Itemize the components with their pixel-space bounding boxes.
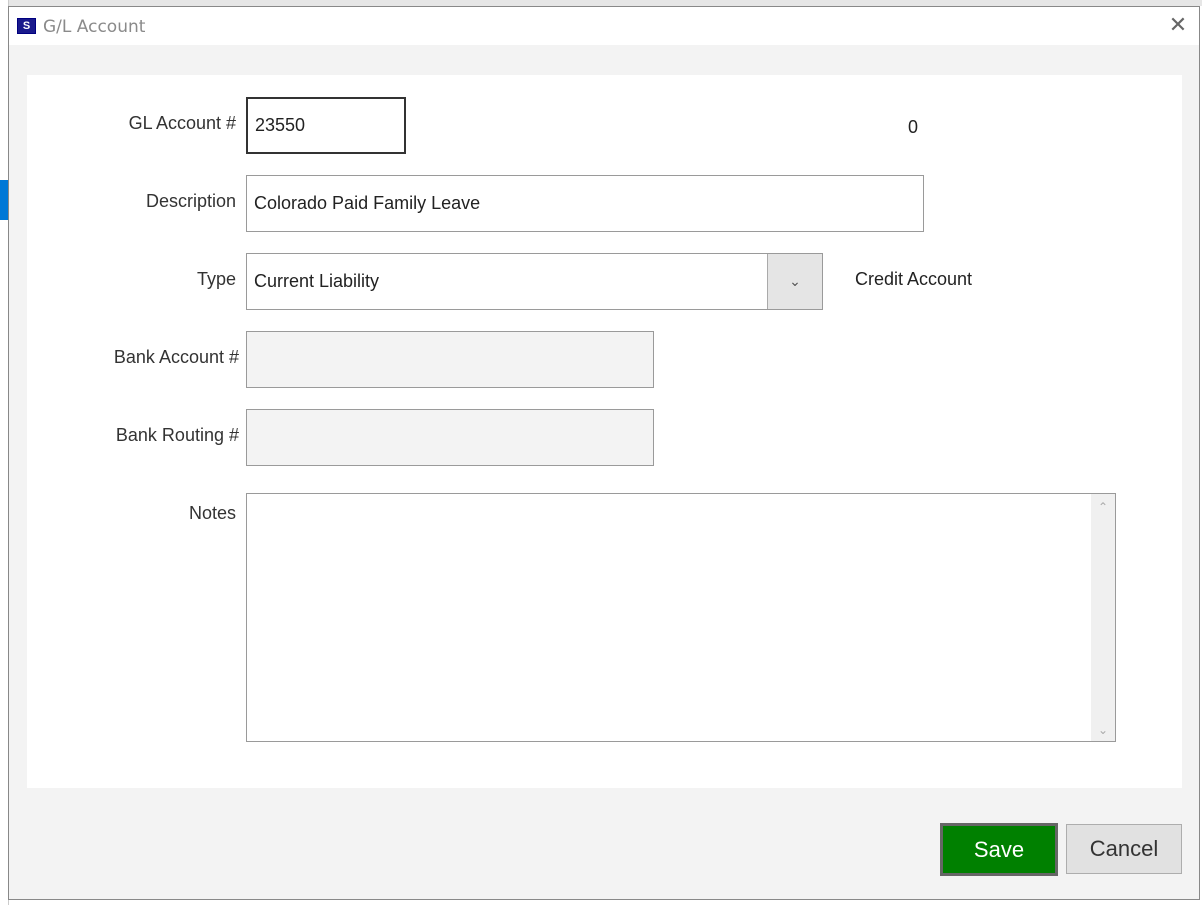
notes-scrollbar[interactable]: ⌃ ⌄ [1091, 494, 1115, 741]
save-button[interactable]: Save [940, 823, 1058, 876]
close-icon[interactable]: ✕ [1163, 11, 1193, 39]
bank-account-input[interactable] [246, 331, 654, 388]
scroll-up-icon[interactable]: ⌃ [1091, 500, 1115, 514]
notes-textarea[interactable]: ⌃ ⌄ [246, 493, 1116, 742]
type-label: Type [196, 269, 236, 289]
bank-routing-input[interactable] [246, 409, 654, 466]
type-select[interactable]: Current Liability ⌄ [246, 253, 823, 310]
type-select-value: Current Liability [254, 271, 380, 291]
title-bar[interactable]: S G/L Account ✕ [9, 7, 1199, 45]
gl-account-counter: 0 [908, 117, 919, 137]
bank-account-label: Bank Account # [113, 347, 239, 367]
gl-account-label: GL Account # [128, 113, 236, 133]
form-panel: GL Account # 23550 0 Description Colorad… [27, 75, 1182, 788]
cancel-button[interactable]: Cancel [1066, 824, 1182, 874]
scroll-down-icon[interactable]: ⌄ [1091, 723, 1115, 737]
description-label: Description [145, 191, 236, 211]
gl-account-dialog: S G/L Account ✕ GL Account # 23550 0 Des… [8, 6, 1200, 900]
dialog-title: G/L Account [43, 17, 146, 37]
description-input[interactable]: Colorado Paid Family Leave [246, 175, 924, 232]
credit-account-text: Credit Account [855, 269, 973, 289]
app-s-icon: S [17, 18, 36, 34]
bank-routing-label: Bank Routing # [115, 425, 239, 445]
chevron-down-icon[interactable]: ⌄ [767, 254, 822, 309]
background-list-selected-row [0, 180, 8, 220]
gl-account-input[interactable]: 23550 [246, 97, 406, 154]
notes-label: Notes [188, 503, 236, 523]
